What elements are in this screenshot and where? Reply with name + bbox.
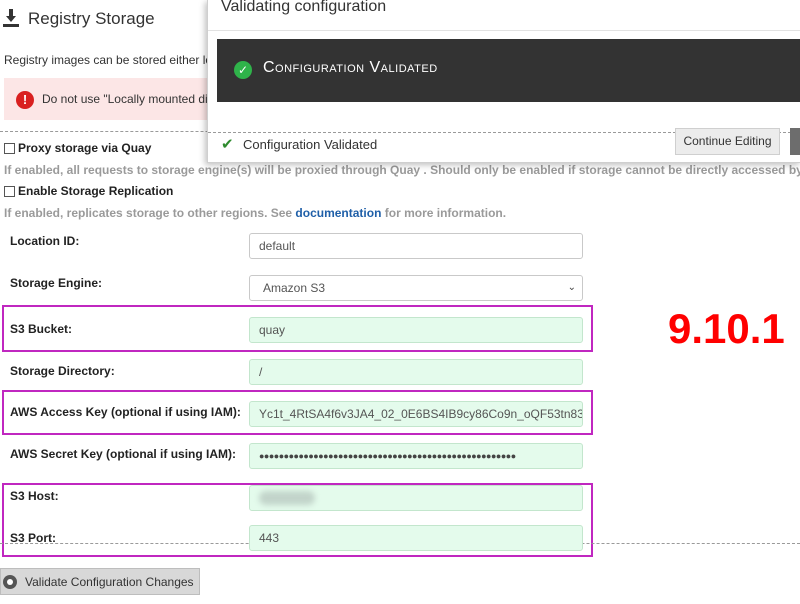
documentation-link[interactable]: documentation	[295, 206, 381, 220]
s3-port-input[interactable]: 443	[249, 525, 583, 551]
replication-help-prefix: If enabled, replicates storage to other …	[4, 206, 296, 220]
exclamation-icon: !	[16, 91, 34, 109]
version-label: 9.10.1	[668, 305, 785, 352]
modal-header-divider	[208, 30, 800, 31]
s3-bucket-input[interactable]: quay	[249, 317, 583, 343]
aws-access-key-input[interactable]: Yc1t_4RtSA4f6v3JA4_02_0E6BS4IB9cy86Co9n_…	[249, 401, 583, 427]
download-icon	[3, 9, 19, 27]
s3-host-input[interactable]	[249, 485, 583, 511]
proxy-storage-label[interactable]: Proxy storage via Quay	[18, 141, 151, 155]
storage-replication-help: If enabled, replicates storage to other …	[4, 206, 506, 220]
blurred-host-value	[259, 491, 315, 505]
storage-directory-input[interactable]: /	[249, 359, 583, 385]
storage-replication-label[interactable]: Enable Storage Replication	[18, 184, 173, 198]
storage-directory-label: Storage Directory:	[10, 364, 115, 378]
alert-text: Do not use "Locally mounted dir	[42, 92, 212, 106]
radio-dot-icon	[3, 575, 17, 589]
proxy-storage-checkbox[interactable]	[4, 143, 15, 154]
storage-intro-text: Registry images can be stored either lo	[4, 53, 213, 67]
aws-access-key-label: AWS Access Key (optional if using IAM):	[10, 405, 241, 419]
warning-alert: ! Do not use "Locally mounted dir	[4, 78, 212, 120]
continue-editing-button[interactable]: Continue Editing	[675, 128, 780, 155]
s3-bucket-label: S3 Bucket:	[10, 322, 73, 336]
s3-port-label: S3 Port:	[10, 531, 57, 545]
checkmark-icon: ✔	[221, 136, 234, 153]
storage-replication-checkbox[interactable]	[4, 186, 15, 197]
s3-host-label: S3 Host:	[10, 489, 59, 503]
footer-status-text: Configuration Validated	[243, 137, 378, 152]
storage-engine-label: Storage Engine:	[10, 276, 103, 290]
chevron-down-icon: ⌄	[567, 282, 576, 293]
replication-help-suffix: for more information.	[381, 206, 507, 220]
banner-text: Configuration Validated	[263, 59, 438, 76]
modal-secondary-button[interactable]	[790, 128, 800, 155]
location-id-input[interactable]: default	[249, 233, 583, 259]
check-circle-icon: ✓	[234, 61, 252, 79]
storage-engine-select[interactable]: Amazon S3 ⌄	[249, 275, 583, 301]
proxy-storage-help: If enabled, all requests to storage engi…	[4, 163, 800, 177]
storage-engine-value: Amazon S3	[263, 281, 326, 295]
aws-secret-key-label: AWS Secret Key (optional if using IAM):	[10, 447, 237, 461]
validate-configuration-button[interactable]: Validate Configuration Changes	[0, 568, 200, 595]
validate-button-label: Validate Configuration Changes	[25, 575, 194, 589]
validation-modal: Validating configuration ✓ Configuration…	[207, 0, 800, 163]
page-title: Registry Storage	[28, 9, 155, 28]
modal-title: Validating configuration	[221, 0, 387, 15]
aws-secret-key-input[interactable]: ●●●●●●●●●●●●●●●●●●●●●●●●●●●●●●●●●●●●●●●●…	[249, 443, 583, 469]
validated-banner: ✓ Configuration Validated	[217, 39, 800, 102]
location-id-label: Location ID:	[10, 234, 80, 248]
